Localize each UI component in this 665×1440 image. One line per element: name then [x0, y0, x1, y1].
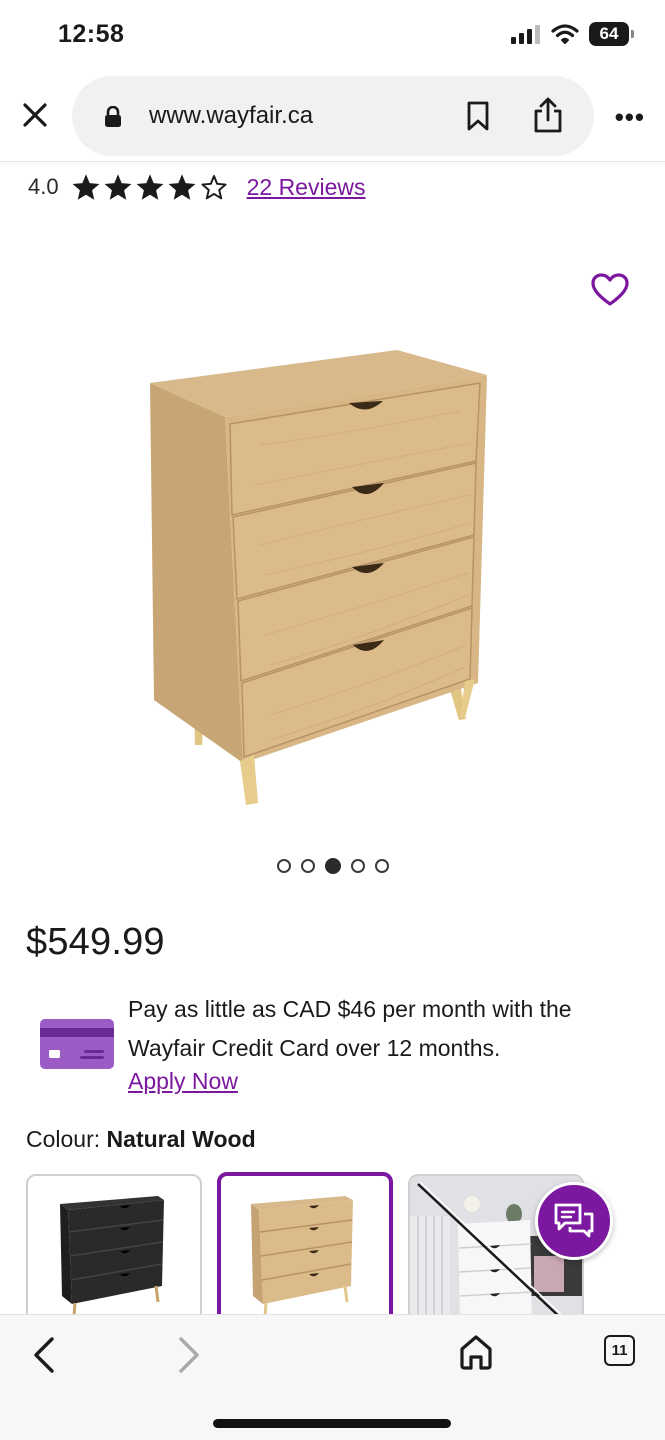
address-bar[interactable]: www.wayfair.ca — [72, 76, 594, 156]
share-icon[interactable] — [532, 96, 564, 134]
more-icon[interactable]: ••• — [615, 102, 645, 133]
home-icon[interactable] — [458, 1333, 494, 1371]
credit-offer-text: Pay as little as CAD $46 per month with … — [128, 996, 572, 1061]
carousel-dot-active[interactable] — [324, 858, 341, 874]
chat-button[interactable] — [535, 1182, 613, 1260]
forward-icon[interactable] — [175, 1335, 203, 1375]
status-bar: 12:58 64 — [0, 0, 665, 70]
star-filled-icon — [168, 174, 195, 200]
heart-icon[interactable] — [590, 272, 630, 308]
browser-toolbar: 11 — [0, 1314, 665, 1440]
image-carousel-dots — [0, 858, 665, 874]
carousel-dot[interactable] — [276, 859, 291, 873]
battery-icon: 64 — [589, 22, 634, 46]
bookmark-icon[interactable] — [465, 100, 491, 132]
close-icon — [23, 103, 47, 127]
star-empty-icon — [201, 175, 227, 200]
swatch-black[interactable] — [26, 1174, 202, 1314]
product-image[interactable] — [140, 345, 500, 815]
star-filled-icon — [72, 174, 99, 200]
wifi-icon — [551, 24, 579, 44]
home-indicator — [213, 1419, 451, 1428]
reviews-link[interactable]: 22 Reviews — [247, 174, 366, 201]
back-icon[interactable] — [30, 1335, 58, 1375]
credit-card-icon — [40, 1019, 114, 1069]
star-filled-icon — [104, 174, 131, 200]
colour-value: Natural Wood — [106, 1126, 256, 1152]
swatch-natural-wood[interactable] — [217, 1172, 393, 1314]
close-button[interactable] — [18, 98, 52, 132]
browser-bar: www.wayfair.ca ••• — [0, 72, 665, 162]
signal-icon — [511, 25, 540, 44]
star-filled-icon — [136, 174, 163, 200]
status-time: 12:58 — [58, 20, 125, 48]
apply-now-link[interactable]: Apply Now — [128, 1068, 238, 1095]
natural-wood-dresser-thumbnail — [251, 1196, 353, 1314]
star-rating — [71, 173, 229, 201]
status-icons: 64 — [511, 22, 634, 46]
carousel-dot[interactable] — [374, 859, 389, 873]
carousel-dot[interactable] — [300, 859, 315, 873]
carousel-dot[interactable] — [350, 859, 365, 873]
lock-icon — [105, 106, 121, 127]
rating-row: 4.0 22 Reviews — [28, 173, 365, 201]
product-price: $549.99 — [26, 921, 165, 963]
url-text: www.wayfair.ca — [149, 102, 314, 129]
colour-label: Colour: — [26, 1126, 101, 1152]
rating-value: 4.0 — [28, 174, 59, 199]
chat-icon — [554, 1203, 594, 1238]
colour-row: Colour: Natural Wood — [26, 1126, 256, 1153]
tabs-icon[interactable]: 11 — [604, 1335, 635, 1366]
black-dresser-thumbnail — [60, 1196, 164, 1314]
